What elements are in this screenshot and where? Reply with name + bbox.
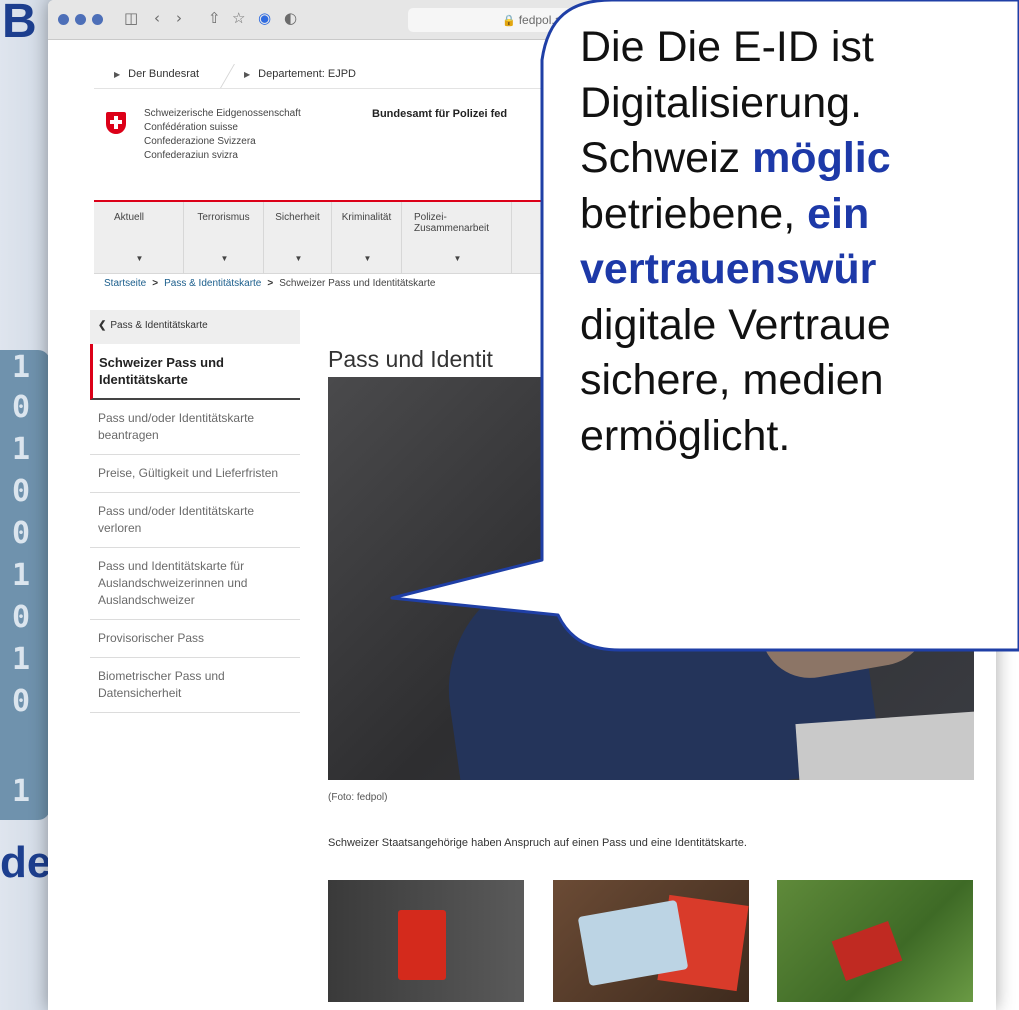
- nav-label: Polizei- Zusammenarbeit: [414, 212, 490, 234]
- bubble-emphasis: ein: [807, 189, 870, 238]
- side-nav-item[interactable]: Preise, Gültigkeit und Lieferfristen: [90, 455, 300, 493]
- nav-label: Aktuell: [114, 212, 145, 223]
- bubble-line: betriebene, ein: [580, 187, 1019, 243]
- nav-label: Kriminalität: [341, 212, 392, 223]
- crumb-departement[interactable]: ▶ Departement: EJPD: [244, 68, 356, 80]
- page-title: Pass und Identit: [328, 346, 493, 372]
- chevron-down-icon: ▼: [363, 254, 372, 263]
- nav-item-aktuell[interactable]: Aktuell ▼: [94, 202, 184, 274]
- side-nav-back[interactable]: ❮ Pass & Identitätskarte: [90, 310, 300, 344]
- password-icon[interactable]: ◉: [258, 9, 271, 27]
- share-icon[interactable]: ⇧: [208, 9, 221, 27]
- lead-text: Schweizer Staatsangehörige haben Anspruc…: [328, 837, 747, 849]
- breadcrumb-separator: >: [267, 278, 274, 289]
- bubble-line: sichere, medien: [580, 356, 884, 404]
- bubble-emphasis: vertrauenswür: [580, 245, 877, 293]
- url-text: fedpol.a: [518, 13, 562, 27]
- bubble-line-part: betriebene,: [580, 189, 808, 238]
- crumb-bundesrat[interactable]: ▶ Der Bundesrat: [114, 68, 199, 80]
- binary-digit: 0: [12, 474, 31, 509]
- confederation-names: Schweizerische Eidgenossenschaft Confédé…: [144, 107, 301, 163]
- teaser-image-lost-passport[interactable]: [777, 880, 973, 1002]
- breadcrumb-current: Schweizer Pass und Identitätskarte: [279, 278, 436, 289]
- nav-label: Terrorismus: [197, 212, 250, 223]
- binary-digit: 0: [12, 516, 31, 551]
- side-nav-item[interactable]: Biometrischer Pass und Datensicherheit: [90, 658, 300, 713]
- breadcrumb-separator: >: [152, 278, 159, 289]
- binary-digit: 0: [12, 684, 31, 719]
- binary-digit: 0: [12, 390, 31, 425]
- confederation-name: Schweizerische Eidgenossenschaft: [144, 108, 301, 119]
- bubble-line: digitale Vertraue: [580, 300, 891, 349]
- sidebar-icon[interactable]: ◫: [124, 9, 138, 27]
- side-nav-item[interactable]: Pass und/oder Identitätskarte beantragen: [90, 400, 300, 455]
- bubble-line: Digitalisierung.: [580, 78, 863, 127]
- slide-title-fragment: B: [2, 0, 37, 48]
- bubble-line: ermöglicht.: [580, 411, 791, 460]
- crumb-label: Departement: EJPD: [258, 68, 356, 80]
- confederation-name: Confederazione Svizzera: [144, 136, 256, 147]
- side-nav-item[interactable]: Pass und Identitätskarte für Auslandschw…: [90, 548, 300, 620]
- crumb-separator: [209, 64, 235, 88]
- side-nav: ❮ Pass & Identitätskarte Schweizer Pass u…: [90, 310, 300, 713]
- slide-text-fragment: de: [0, 838, 52, 887]
- lock-icon: 🔒: [502, 15, 516, 27]
- triangle-icon: ▶: [114, 70, 121, 79]
- nav-label: Sicherheit: [275, 212, 320, 223]
- chevron-down-icon: ▼: [453, 254, 462, 263]
- binary-graphic: 1 0 1 0 0 1 0 1 0 1: [0, 350, 50, 820]
- bookmark-icon[interactable]: ☆: [232, 9, 245, 27]
- nav-item-polizei[interactable]: Polizei- Zusammenarbeit ▼: [402, 202, 512, 274]
- breadcrumb-home[interactable]: Startseite: [104, 278, 146, 289]
- nav-item-kriminalitaet[interactable]: Kriminalität ▼: [332, 202, 402, 274]
- binary-digit: 1: [12, 558, 31, 593]
- passport-graphic: [398, 910, 446, 980]
- side-nav-item[interactable]: Provisorischer Pass: [90, 620, 300, 658]
- bubble-emphasis: möglic: [752, 134, 891, 182]
- breadcrumb: Startseite > Pass & Identitätskarte > Schwei…: [104, 278, 435, 289]
- nav-item-sicherheit[interactable]: Sicherheit ▼: [264, 202, 332, 274]
- window-close-button[interactable]: [58, 14, 69, 25]
- chevron-down-icon: ▼: [220, 254, 229, 263]
- teaser-image-passport-hand[interactable]: [328, 880, 524, 1002]
- speech-bubble-text: Die Die E-ID ist Digitalisierung. Schwei…: [580, 20, 1019, 464]
- back-icon[interactable]: ‹: [154, 9, 160, 27]
- bubble-line-part: Schweiz: [580, 134, 753, 182]
- side-nav-item-active[interactable]: Schweizer Pass und Identitätskarte: [90, 344, 300, 400]
- chevron-down-icon: ▼: [135, 254, 144, 263]
- photo-caption: (Foto: fedpol): [328, 792, 388, 803]
- passport-graphic: [831, 921, 903, 981]
- bubble-line: Schweiz möglic: [580, 131, 1019, 187]
- window-zoom-button[interactable]: [92, 14, 103, 25]
- binary-digit: 1: [12, 774, 31, 809]
- side-nav-back-label: Pass & Identitätskarte: [110, 320, 208, 331]
- teaser-image-id-card[interactable]: [553, 880, 749, 1002]
- side-nav-item[interactable]: Pass und/oder Identitätskarte verloren: [90, 493, 300, 548]
- nav-item-terrorismus[interactable]: Terrorismus ▼: [184, 202, 264, 274]
- chevron-left-icon: ❮: [98, 320, 107, 331]
- swiss-cross-logo[interactable]: [106, 112, 126, 134]
- confederation-name: Confédération suisse: [144, 122, 238, 133]
- window-minimize-button[interactable]: [75, 14, 86, 25]
- crumb-label: Der Bundesrat: [128, 68, 200, 80]
- binary-digit: 1: [12, 350, 31, 385]
- binary-digit: 1: [12, 432, 31, 467]
- binary-digit: 1: [12, 642, 31, 677]
- chevron-down-icon: ▼: [294, 254, 303, 263]
- confederation-name: Confederaziun svizra: [144, 150, 238, 161]
- breadcrumb-parent[interactable]: Pass & Identitätskarte: [164, 278, 261, 289]
- shield-icon[interactable]: ◐: [284, 9, 297, 27]
- binary-digit: 0: [12, 600, 31, 635]
- triangle-icon: ▶: [244, 70, 251, 79]
- bubble-line: Die Die E-ID ist: [580, 23, 874, 71]
- office-name: Bundesamt für Polizei fed: [372, 108, 508, 120]
- forward-icon[interactable]: ›: [176, 9, 182, 27]
- top-crumbs: ▶ Der Bundesrat ▶ Departement: EJPD: [94, 64, 594, 88]
